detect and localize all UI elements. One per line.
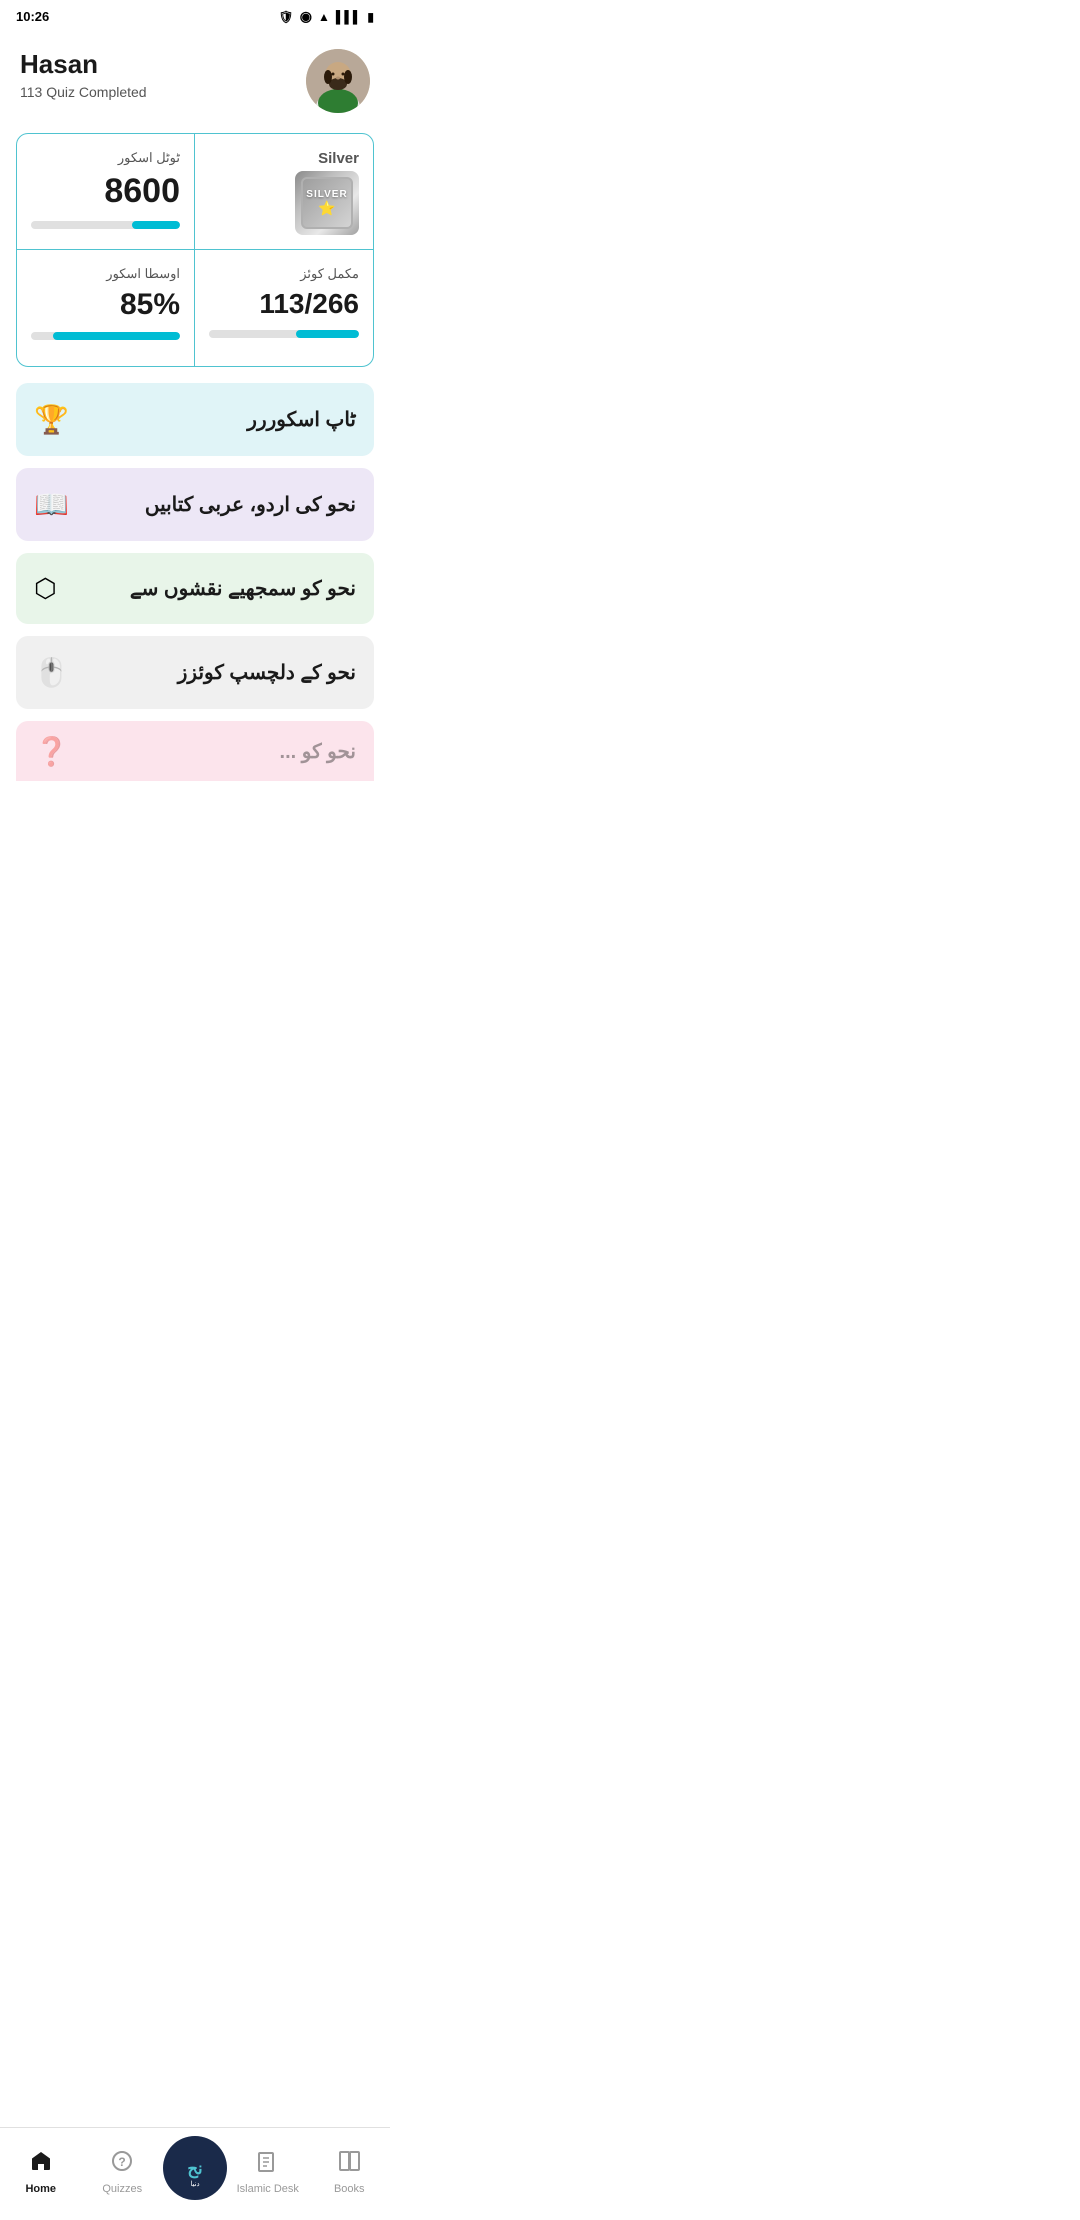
top-scorers-card[interactable]: ٹاپ اسکوررر 🏆 <box>16 383 374 456</box>
silver-badge-text: SILVER <box>306 189 347 200</box>
books-card[interactable]: نحو کی اردو، عربی کتابیں 📖 <box>16 468 374 541</box>
quiz-completed-label: 113 Quiz Completed <box>20 84 147 100</box>
avatar-image <box>306 49 370 113</box>
svg-text:نح: نح <box>187 2160 202 2179</box>
bottom-nav: Home ? Quizzes نح دنيا <box>0 2127 390 2220</box>
star-icon: ⭐ <box>318 200 335 217</box>
diagrams-card[interactable]: نحو کو سمجھیے نقشوں سے ⬡ <box>16 553 374 624</box>
nav-islamic-desk[interactable]: Islamic Desk <box>227 2149 309 2195</box>
avatar <box>306 49 370 113</box>
nav-center-btn[interactable]: نح دنيا <box>163 2136 227 2200</box>
avg-score-progress-fill <box>53 332 180 340</box>
header: Hasan 113 Quiz Completed <box>0 33 390 133</box>
islamic-desk-icon <box>256 2149 280 2179</box>
silver-badge: SILVER ⭐ <box>295 171 359 235</box>
badge-label: Silver <box>318 150 359 167</box>
stats-grid: ٹوٹل اسکور 8600 Silver SILVER ⭐ اوسطا اس… <box>16 133 374 367</box>
status-time: 10:26 <box>16 9 49 24</box>
nav-islamic-desk-label: Islamic Desk <box>237 2183 299 2195</box>
completed-quiz-label: مکمل کوئز <box>209 266 359 282</box>
nav-center[interactable]: نح دنيا <box>163 2136 227 2208</box>
nav-home-label: Home <box>25 2183 56 2195</box>
total-score-cell: ٹوٹل اسکور 8600 <box>17 134 195 250</box>
total-score-value: 8600 <box>31 172 180 211</box>
top-scorers-label: ٹاپ اسکوررر <box>247 407 356 432</box>
center-logo: نح دنيا <box>171 2144 219 2192</box>
partial-icon: ❓ <box>34 735 69 768</box>
completed-quiz-cell: مکمل کوئز 113/266 <box>195 250 373 366</box>
battery-icon: ▮ <box>367 10 374 24</box>
quizzes-nav-icon: ? <box>110 2149 134 2179</box>
nav-quizzes[interactable]: ? Quizzes <box>82 2149 164 2195</box>
status-icons: 🛡 ◉ ▲ ▌▌▌ ▮ <box>279 8 374 25</box>
top-scorers-icon: 🏆 <box>34 403 69 436</box>
partial-label: نحو کو ... <box>280 739 356 764</box>
svg-text:دنيا: دنيا <box>191 2180 200 2188</box>
page-spacer <box>0 781 390 871</box>
faceid-icon: ◉ <box>300 8 312 25</box>
nav-quizzes-label: Quizzes <box>102 2183 142 2195</box>
badge-cell: Silver SILVER ⭐ <box>195 134 373 250</box>
avg-score-value: 85% <box>31 288 180 322</box>
home-icon <box>29 2149 53 2179</box>
quizzes-icon: 🖱️ <box>34 656 69 689</box>
shield-icon: 🛡 <box>279 10 294 24</box>
silver-badge-inner: SILVER ⭐ <box>301 177 353 229</box>
menu-section: ٹاپ اسکوررر 🏆 نحو کی اردو، عربی کتابیں 📖… <box>0 383 390 781</box>
nav-books-label: Books <box>334 2183 365 2195</box>
avg-score-progress-bg <box>31 332 180 340</box>
completed-quiz-progress-bg <box>209 330 359 338</box>
total-score-label: ٹوٹل اسکور <box>31 150 180 166</box>
avg-score-cell: اوسطا اسکور 85% <box>17 250 195 366</box>
status-bar: 10:26 🛡 ◉ ▲ ▌▌▌ ▮ <box>0 0 390 33</box>
total-score-progress-fill <box>132 221 180 229</box>
books-icon: 📖 <box>34 488 69 521</box>
quizzes-card[interactable]: نحو کے دلچسپ کوئزز 🖱️ <box>16 636 374 709</box>
quizzes-label: نحو کے دلچسپ کوئزز <box>178 660 356 685</box>
nav-home[interactable]: Home <box>0 2149 82 2195</box>
wifi-icon: ▲ <box>318 10 330 24</box>
partial-card[interactable]: نحو کو ... ❓ <box>16 721 374 781</box>
svg-text:?: ? <box>119 2155 126 2169</box>
signal-icon: ▌▌▌ <box>336 10 362 24</box>
nav-books[interactable]: Books <box>309 2149 391 2195</box>
avg-score-label: اوسطا اسکور <box>31 266 180 282</box>
books-label: نحو کی اردو، عربی کتابیں <box>145 492 356 517</box>
diagrams-icon: ⬡ <box>34 573 57 604</box>
books-nav-icon <box>337 2149 361 2179</box>
completed-quiz-value: 113/266 <box>209 288 359 320</box>
header-info: Hasan 113 Quiz Completed <box>20 49 147 100</box>
total-score-progress-bg <box>31 221 180 229</box>
user-name: Hasan <box>20 49 147 80</box>
diagrams-label: نحو کو سمجھیے نقشوں سے <box>130 576 356 601</box>
completed-quiz-progress-fill <box>296 330 359 338</box>
